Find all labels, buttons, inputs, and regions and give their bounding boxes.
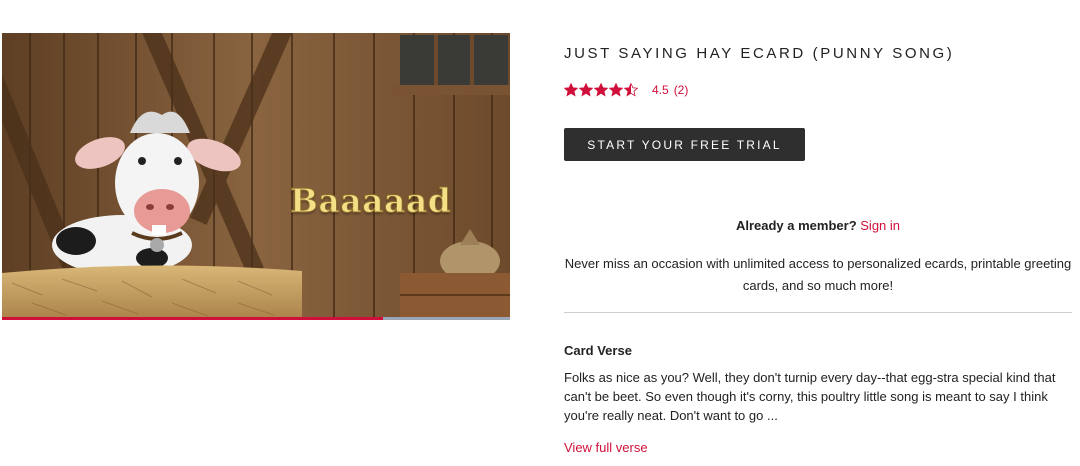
membership-promo-text: Never miss an occasion with unlimited ac…	[564, 256, 1072, 293]
star-icon	[594, 83, 608, 97]
star-icon	[624, 83, 638, 97]
video-progress-bar[interactable]	[2, 317, 510, 320]
member-question: Already a member?	[735, 218, 857, 233]
product-rating[interactable]: 4.5 (2)	[564, 83, 688, 97]
barn-scene-image	[2, 33, 510, 320]
star-icon	[609, 83, 623, 97]
rating-count: (2)	[673, 83, 689, 97]
video-caption-text: Baaaaad	[289, 181, 452, 221]
start-free-trial-button[interactable]: START YOUR FREE TRIAL	[564, 128, 805, 161]
star-icon	[579, 83, 593, 97]
card-verse-text: Folks as nice as you? Well, they don't t…	[564, 370, 1056, 423]
video-progress-fill	[2, 317, 383, 320]
star-icon	[564, 83, 578, 97]
video-preview[interactable]: Baaaaad	[2, 33, 510, 320]
sign-in-link[interactable]: Sign in	[860, 218, 900, 233]
section-divider	[564, 312, 1072, 313]
card-verse-heading: Card Verse	[564, 343, 632, 358]
member-signin-prompt: Already a member? Sign in	[564, 218, 1072, 233]
view-full-verse-link[interactable]: View full verse	[564, 440, 648, 455]
ecard-product-page: Baaaaad JUST SAYING HAY ECARD (PUNNY SON…	[0, 0, 1080, 466]
rating-value: 4.5	[652, 83, 669, 97]
rating-stars	[564, 83, 638, 97]
product-title: JUST SAYING HAY ECARD (PUNNY SONG)	[564, 45, 955, 62]
